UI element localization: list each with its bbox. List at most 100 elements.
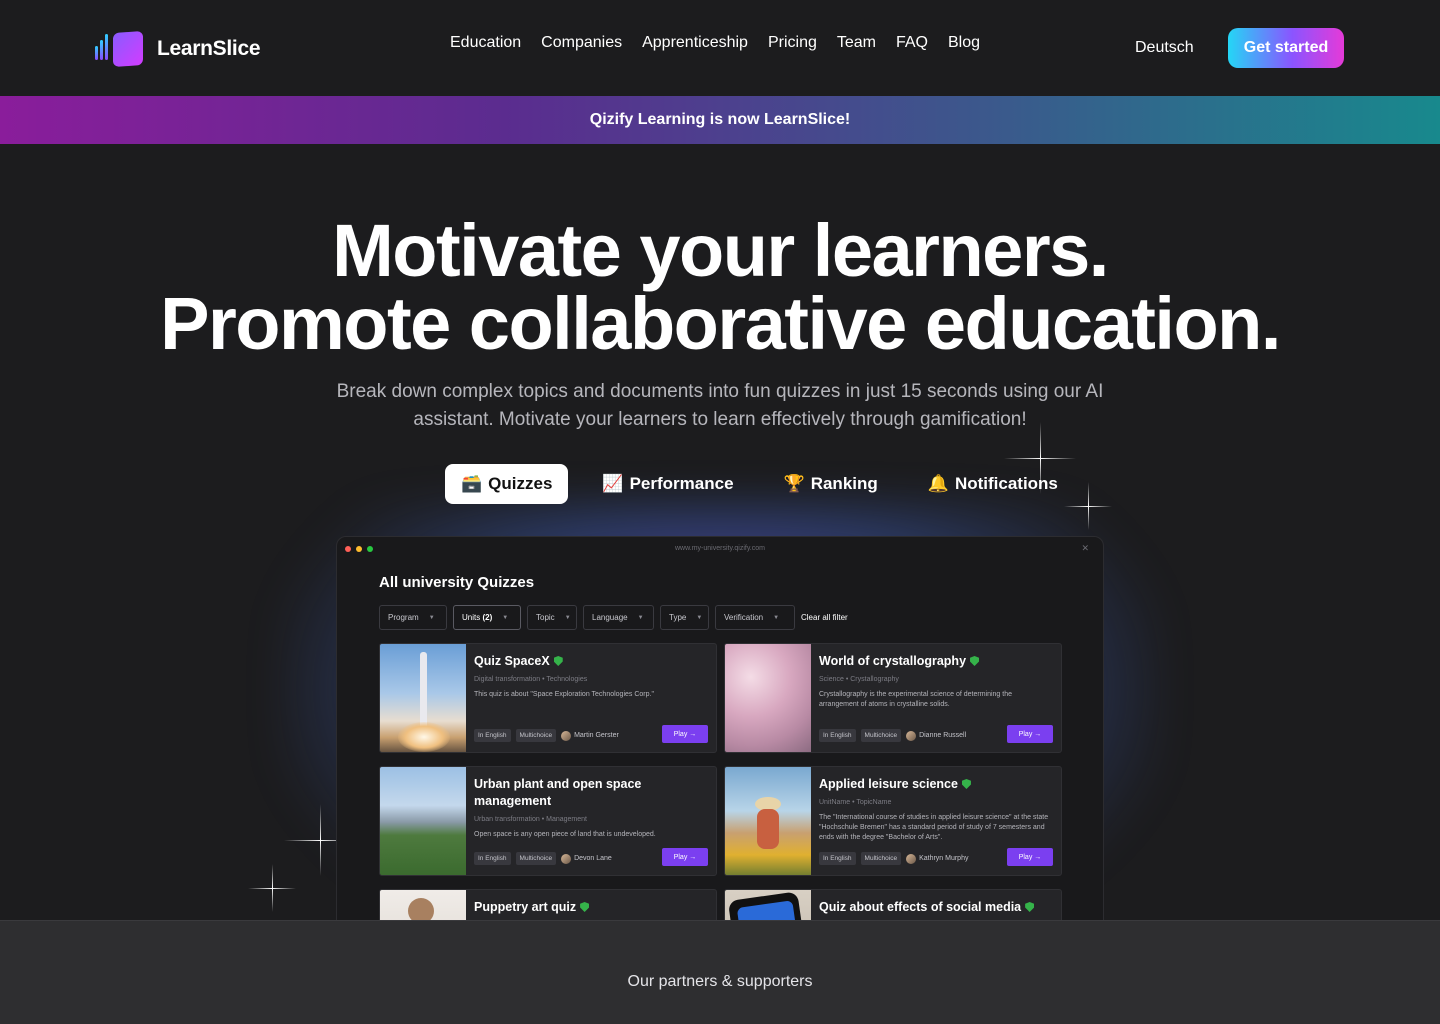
chevron-down-icon: ▼: [637, 614, 644, 621]
quiz-meta: Digital transformation • Technologies: [474, 676, 588, 683]
filter-verification[interactable]: Verification ▼: [715, 605, 795, 630]
type-chip: Multichoice: [860, 852, 902, 865]
logo-icon: [95, 30, 143, 68]
tab-performance[interactable]: 📈 Performance: [586, 464, 749, 504]
avatar: [906, 853, 917, 864]
chevron-down-icon: ▼: [773, 614, 780, 621]
clear-filters-link[interactable]: Clear all filter: [801, 605, 848, 630]
chart-up-icon: 📈: [602, 474, 624, 493]
quiz-title: World of crystallography: [819, 653, 1053, 670]
filter-label: Verification: [724, 613, 764, 622]
chevron-down-icon: ▼: [696, 614, 703, 621]
nav-link-team[interactable]: Team: [837, 34, 876, 52]
nav-link-pricing[interactable]: Pricing: [768, 34, 817, 52]
type-chip: Multichoice: [515, 852, 557, 865]
arrow-right-icon: →: [689, 853, 697, 861]
nav-link-companies[interactable]: Companies: [541, 34, 622, 52]
quiz-description: Open space is any open piece of land tha…: [474, 831, 656, 838]
quiz-card[interactable]: Urban plant and open space management Ur…: [379, 766, 717, 876]
verified-icon: [1025, 902, 1035, 912]
quiz-thumbnail-rocket: [380, 644, 466, 752]
play-button[interactable]: Play →: [662, 848, 708, 866]
app-preview-window: www.my-university.qizify.com ✕ All unive…: [336, 536, 1104, 920]
filter-type[interactable]: Type ▼: [660, 605, 709, 630]
quiz-title: Urban plant and open space management: [474, 777, 642, 808]
verified-icon: [970, 656, 980, 666]
card-box-icon: 🗃️: [461, 474, 483, 493]
filter-label: Type: [669, 613, 687, 622]
main-nav: Education Companies Apprenticeship Prici…: [450, 34, 980, 52]
tab-quizzes[interactable]: 🗃️ Quizzes: [445, 464, 569, 504]
close-icon[interactable]: ✕: [1081, 543, 1089, 554]
quiz-title: Quiz SpaceX: [474, 653, 708, 670]
tab-notifications[interactable]: 🔔 Notifications: [912, 464, 1074, 504]
tab-label: Performance: [629, 474, 734, 493]
play-button[interactable]: Play →: [1007, 725, 1053, 743]
quiz-thumbnail-city: [380, 767, 466, 875]
quiz-chips: In English Multichoice Kathryn Murphy: [819, 852, 968, 865]
verified-icon: [553, 656, 563, 666]
partners-section: Our partners & supporters: [0, 920, 1440, 1024]
announcement-banner[interactable]: Qizify Learning is now LearnSlice!: [0, 96, 1440, 144]
verified-icon: [580, 902, 590, 912]
play-button[interactable]: Play →: [662, 725, 708, 743]
app-page-title: All university Quizzes: [379, 574, 535, 591]
arrow-right-icon: →: [1034, 730, 1042, 738]
quiz-thumbnail-puppetry: [380, 890, 466, 920]
announcement-text: Qizify Learning is now LearnSlice!: [589, 111, 851, 128]
quiz-title: Puppetry art quiz: [474, 899, 708, 916]
quiz-chips: In English Multichoice Dianne Russell: [819, 729, 966, 742]
feature-tabs: 🗃️ Quizzes 📈 Performance 🏆 Ranking 🔔 Not…: [445, 464, 1074, 504]
arrow-right-icon: →: [689, 730, 697, 738]
hero-heading-line2: Promote collaborative education.: [160, 282, 1281, 365]
nav-link-blog[interactable]: Blog: [948, 34, 980, 52]
filter-label: Topic: [536, 613, 555, 622]
nav-link-apprenticeship[interactable]: Apprenticeship: [642, 34, 748, 52]
filter-topic[interactable]: Topic ▼: [527, 605, 577, 630]
quiz-description: This quiz is about "Space Exploration Te…: [474, 691, 654, 698]
partners-title: Our partners & supporters: [627, 973, 813, 990]
window-titlebar: www.my-university.qizify.com ✕: [337, 537, 1103, 561]
window-url: www.my-university.qizify.com: [675, 545, 765, 552]
avatar: [561, 853, 572, 864]
quiz-author: Kathryn Murphy: [906, 853, 968, 864]
brand-logo[interactable]: LearnSlice: [95, 30, 261, 68]
avatar: [561, 730, 572, 741]
hero-section: Motivate your learners. Promote collabor…: [0, 144, 1440, 920]
language-chip: In English: [474, 729, 511, 742]
brand-name: LearnSlice: [157, 37, 261, 60]
quiz-card[interactable]: Quiz SpaceX Digital transformation • Tec…: [379, 643, 717, 753]
chevron-down-icon: ▼: [428, 614, 435, 621]
quiz-meta: UnitName • TopicName: [819, 799, 892, 806]
quiz-chips: In English Multichoice Devon Lane: [474, 852, 612, 865]
nav-link-education[interactable]: Education: [450, 34, 521, 52]
tab-ranking[interactable]: 🏆 Ranking: [768, 464, 894, 504]
quiz-meta: Science • Crystallography: [819, 676, 899, 683]
quiz-author: Devon Lane: [561, 853, 612, 864]
filter-bar: Program ▼ Units (2) ▼ Topic ▼ Language ▼ Typ…: [379, 605, 848, 630]
avatar: [906, 730, 917, 741]
type-chip: Multichoice: [860, 729, 902, 742]
filter-program[interactable]: Program ▼: [379, 605, 447, 630]
filter-units[interactable]: Units (2) ▼: [453, 605, 521, 630]
language-switch[interactable]: Deutsch: [1135, 39, 1194, 57]
quiz-card[interactable]: Applied leisure science UnitName • Topic…: [724, 766, 1062, 876]
quiz-thumbnail-crystals: [725, 644, 811, 752]
filter-language[interactable]: Language ▼: [583, 605, 654, 630]
quiz-title: Applied leisure science: [819, 776, 1053, 793]
tab-label: Quizzes: [488, 474, 553, 493]
quiz-card[interactable]: Puppetry art quiz: [379, 889, 717, 920]
quiz-chips: In English Multichoice Martin Gerster: [474, 729, 619, 742]
tab-label: Notifications: [954, 474, 1058, 493]
verified-icon: [961, 779, 971, 789]
quiz-card[interactable]: Quiz about effects of social media: [724, 889, 1062, 920]
hero-heading-line1: Motivate your learners.: [332, 209, 1109, 292]
play-button[interactable]: Play →: [1007, 848, 1053, 866]
get-started-button[interactable]: Get started: [1228, 28, 1344, 68]
hero-subtitle: Break down complex topics and documents …: [336, 381, 1104, 430]
filter-label: Language: [592, 613, 628, 622]
arrow-right-icon: →: [1034, 853, 1042, 861]
bell-icon: 🔔: [927, 474, 949, 493]
quiz-card[interactable]: World of crystallography Science • Cryst…: [724, 643, 1062, 753]
nav-link-faq[interactable]: FAQ: [896, 34, 928, 52]
